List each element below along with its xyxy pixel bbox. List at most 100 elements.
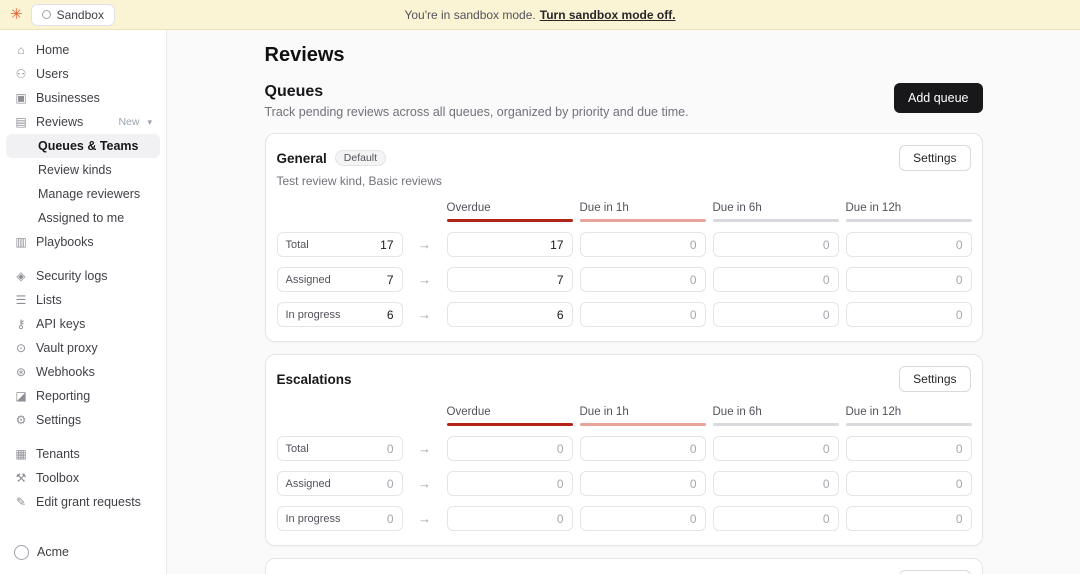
turn-off-sandbox-link[interactable]: Turn sandbox mode off.	[540, 8, 676, 22]
stat-value-12h: 0	[846, 302, 972, 327]
stat-value-1h: 0	[580, 436, 706, 461]
sidebar-item-webhooks[interactable]: ⊛ Webhooks	[6, 360, 160, 384]
queues-description: Track pending reviews across all queues,…	[265, 105, 689, 119]
org-switcher[interactable]: Acme	[6, 538, 160, 566]
stat-row-assigned: Assigned 0 → 0 0 0 0	[277, 471, 971, 496]
sidebar-item-review-kinds[interactable]: Review kinds	[6, 158, 160, 182]
sidebar-item-label: Home	[36, 43, 69, 57]
column-underline	[447, 423, 573, 426]
row-label-box: Assigned 0	[277, 471, 403, 496]
sidebar-item-vault-proxy[interactable]: ⊙ Vault proxy	[6, 336, 160, 360]
arrow-right-icon: →	[410, 511, 440, 526]
sidebar-item-manage-reviewers[interactable]: Manage reviewers	[6, 182, 160, 206]
sidebar-item-label: Edit grant requests	[36, 495, 141, 509]
sidebar-item-tenants[interactable]: ▦ Tenants	[6, 442, 160, 466]
row-label-box: Total 0	[277, 436, 403, 461]
key-icon: ⚷	[14, 317, 28, 331]
org-name: Acme	[37, 545, 69, 559]
topbar-left: ✳ Sandbox	[10, 0, 115, 29]
sidebar-item-queues-and-teams[interactable]: Queues & Teams	[6, 134, 160, 158]
sidebar-group-divider	[6, 432, 160, 442]
arrow-right-icon: →	[410, 272, 440, 287]
queue-settings-button[interactable]: Settings	[899, 570, 970, 574]
sidebar-item-assigned-to-me[interactable]: Assigned to me	[6, 206, 160, 230]
row-label-box: Total 17	[277, 232, 403, 257]
sidebar-item-lists[interactable]: ☰ Lists	[6, 288, 160, 312]
stat-row-assigned: Assigned 7 → 7 0 0 0	[277, 267, 971, 292]
sidebar-item-home[interactable]: ⌂ Home	[6, 38, 160, 62]
stat-value-6h: 0	[713, 267, 839, 292]
stat-value-12h: 0	[846, 436, 972, 461]
stat-row-in-progress: In progress 6 → 6 0 0 0	[277, 302, 971, 327]
add-queue-button[interactable]: Add queue	[894, 83, 982, 113]
queue-card-title: General	[277, 151, 327, 166]
stat-columns-header: Overdue Due in 1h Due in 6h Due in	[277, 202, 971, 222]
stat-value-6h: 0	[713, 436, 839, 461]
stat-row-total: Total 0 → 0 0 0 0	[277, 436, 971, 461]
sidebar-group-divider	[6, 254, 160, 264]
tools-icon: ⚒	[14, 471, 28, 485]
stat-columns-header: Overdue Due in 1h Due in 6h Due in	[277, 406, 971, 426]
arrow-right-icon: →	[410, 237, 440, 252]
sidebar-item-label: Lists	[36, 293, 62, 307]
sidebar-item-label: Queues & Teams	[38, 139, 139, 153]
column-underline	[580, 423, 706, 426]
column-underline	[846, 423, 972, 426]
list-icon: ☰	[14, 293, 28, 307]
sidebar-item-label: Manage reviewers	[38, 187, 140, 201]
app-logo-icon[interactable]: ✳	[10, 7, 23, 22]
sidebar-item-toolbox[interactable]: ⚒ Toolbox	[6, 466, 160, 490]
sidebar-item-users[interactable]: ⚇ Users	[6, 62, 160, 86]
sidebar-item-label: Toolbox	[36, 471, 79, 485]
column-due-12h: Due in 12h	[846, 406, 972, 426]
sidebar-item-security-logs[interactable]: ◈ Security logs	[6, 264, 160, 288]
sandbox-banner: ✳ Sandbox You're in sandbox mode.Turn sa…	[0, 0, 1080, 30]
sidebar-item-label: Reporting	[36, 389, 90, 403]
arrow-right-icon: →	[410, 307, 440, 322]
sidebar-item-businesses[interactable]: ▣ Businesses	[6, 86, 160, 110]
sidebar-item-settings[interactable]: ⚙ Settings	[6, 408, 160, 432]
sidebar-item-label: Reviews	[36, 115, 83, 129]
column-underline	[447, 219, 573, 222]
queue-card-subtitle: Test review kind, Basic reviews	[277, 174, 971, 188]
stat-value-overdue: 0	[447, 471, 573, 496]
sidebar: ⌂ Home ⚇ Users ▣ Businesses ▤ Reviews Ne…	[0, 30, 167, 574]
arrow-right-icon: →	[410, 476, 440, 491]
sidebar-item-api-keys[interactable]: ⚷ API keys	[6, 312, 160, 336]
sidebar-item-label: Users	[36, 67, 69, 81]
queue-settings-button[interactable]: Settings	[899, 366, 970, 392]
sidebar-item-label: Settings	[36, 413, 81, 427]
stat-value-12h: 0	[846, 267, 972, 292]
stat-value-6h: 0	[713, 302, 839, 327]
new-badge: New	[118, 116, 139, 128]
sidebar-item-edit-grant-requests[interactable]: ✎ Edit grant requests	[6, 490, 160, 514]
main-content: Reviews Queues Track pending reviews acr…	[167, 30, 1080, 574]
row-label-box: In progress 6	[277, 302, 403, 327]
column-underline	[713, 423, 839, 426]
sidebar-item-label: API keys	[36, 317, 85, 331]
queue-settings-button[interactable]: Settings	[899, 145, 970, 171]
sidebar-item-label: Webhooks	[36, 365, 95, 379]
sidebar-item-playbooks[interactable]: ▥ Playbooks	[6, 230, 160, 254]
stat-value-6h: 0	[713, 471, 839, 496]
pencil-icon: ✎	[14, 495, 28, 509]
lock-icon: ⊙	[14, 341, 28, 355]
page-title: Reviews	[265, 44, 983, 67]
sidebar-item-reviews[interactable]: ▤ Reviews New ▾	[6, 110, 160, 134]
org-avatar-icon	[14, 545, 29, 560]
chevron-down-icon: ▾	[147, 117, 152, 128]
briefcase-icon: ▣	[14, 91, 28, 105]
workspace-switcher-button[interactable]: Sandbox	[31, 4, 115, 26]
column-due-1h: Due in 1h	[580, 202, 706, 222]
column-overdue: Overdue	[447, 406, 573, 426]
workspace-dot-icon	[42, 10, 51, 19]
stat-value-1h: 0	[580, 506, 706, 531]
column-underline	[713, 219, 839, 222]
sidebar-item-reporting[interactable]: ◪ Reporting	[6, 384, 160, 408]
building-icon: ▦	[14, 447, 28, 461]
stat-value-overdue: 17	[447, 232, 573, 257]
body-row: ⌂ Home ⚇ Users ▣ Businesses ▤ Reviews Ne…	[0, 30, 1080, 574]
row-label-box: In progress 0	[277, 506, 403, 531]
stat-value-overdue: 6	[447, 302, 573, 327]
app-root: ✳ Sandbox You're in sandbox mode.Turn sa…	[0, 0, 1080, 574]
